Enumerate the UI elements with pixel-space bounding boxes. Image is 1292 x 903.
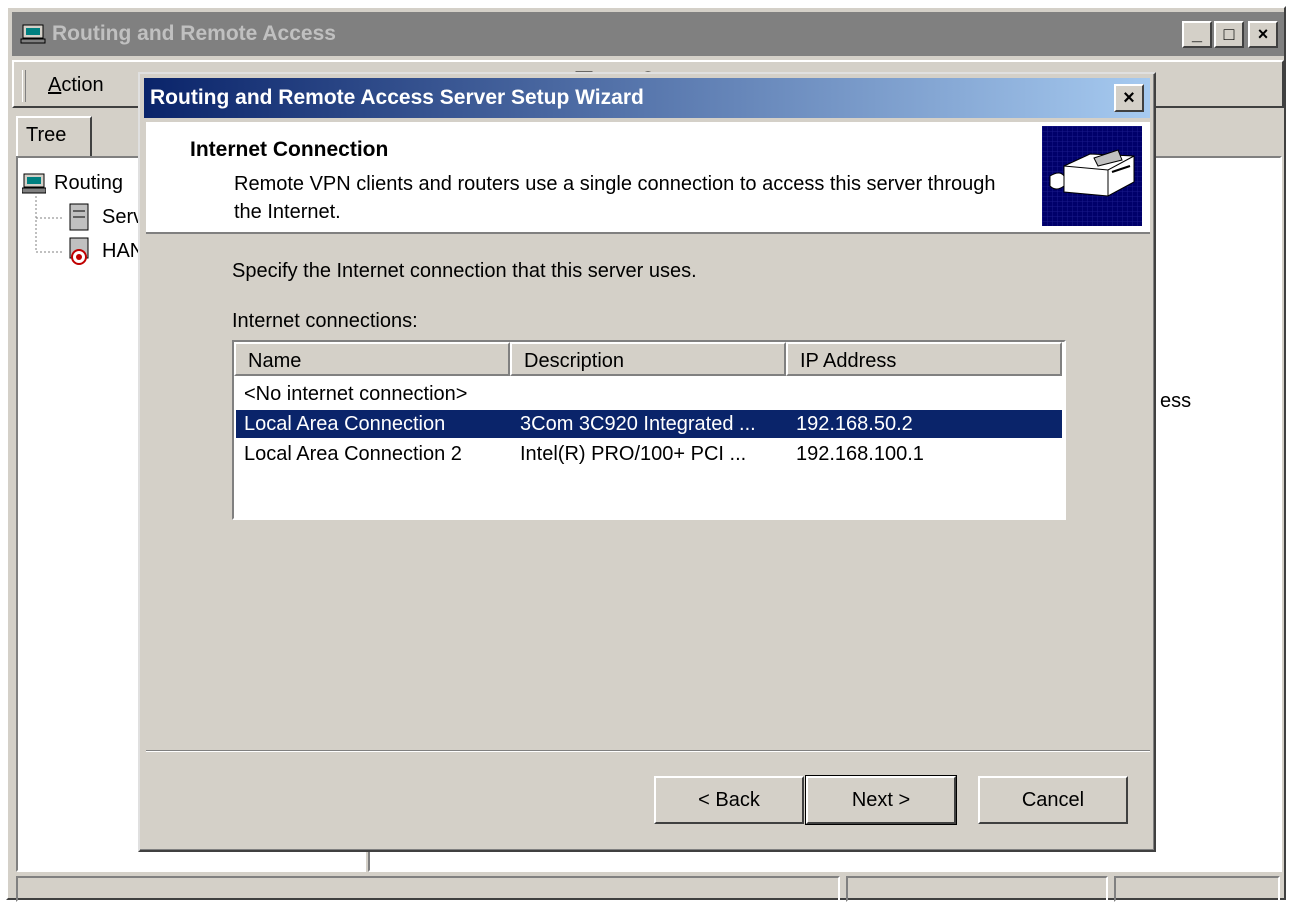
status-cell — [16, 876, 840, 902]
tab-tree[interactable]: Tree — [16, 116, 92, 158]
wizard-header: Internet Connection Remote VPN clients a… — [146, 122, 1150, 234]
toolbar-grip[interactable] — [22, 70, 26, 102]
cell-description: 3Com 3C920 Integrated ... — [520, 412, 756, 435]
status-bar — [12, 874, 1284, 902]
next-button[interactable]: Next > — [805, 775, 957, 825]
internet-connections-list[interactable]: Name Description IP Address <No internet… — [232, 340, 1066, 520]
wizard-close-button[interactable]: × — [1114, 84, 1144, 112]
minimize-icon: _ — [1191, 24, 1202, 44]
cell-ip: 192.168.50.2 — [796, 412, 913, 435]
button-separator — [146, 750, 1150, 752]
list-item-local-area-connection-2[interactable]: Local Area Connection 2 Intel(R) PRO/100… — [236, 440, 1062, 468]
cell-name: Local Area Connection — [244, 412, 446, 435]
network-connection-icon — [1042, 126, 1142, 226]
status-cell — [846, 876, 1108, 902]
back-button[interactable]: < Back — [654, 776, 804, 824]
tree-item-server-status[interactable]: Serv — [64, 202, 143, 232]
maximize-icon: □ — [1223, 24, 1235, 44]
wizard-title: Routing and Remote Access Server Setup W… — [150, 86, 644, 109]
main-titlebar[interactable]: Routing and Remote Access _ □ × — [12, 12, 1284, 56]
server-icon — [69, 203, 89, 231]
connections-list-label: Internet connections: — [232, 310, 418, 332]
wizard-instruction: Specify the Internet connection that thi… — [232, 260, 697, 282]
cell-description: Intel(R) PRO/100+ PCI ... — [520, 442, 747, 465]
status-cell — [1114, 876, 1280, 902]
cell-name: Local Area Connection 2 — [244, 442, 462, 465]
column-header-description[interactable]: Description — [510, 342, 786, 376]
server-stopped-icon — [69, 237, 89, 265]
list-item-local-area-connection[interactable]: Local Area Connection 3Com 3C920 Integra… — [236, 410, 1062, 438]
tree-item-label: Routing — [54, 172, 123, 194]
details-text-fragment: ess — [1160, 390, 1192, 412]
routing-icon — [22, 173, 46, 193]
list-item-no-connection[interactable]: <No internet connection> — [236, 380, 1062, 408]
main-window-title: Routing and Remote Access — [52, 22, 336, 45]
cancel-button[interactable]: Cancel — [978, 776, 1128, 824]
close-button[interactable]: × — [1248, 21, 1278, 48]
close-icon: × — [1123, 86, 1135, 109]
cell-name: <No internet connection> — [244, 382, 468, 405]
wizard-page-description: Remote VPN clients and routers use a sin… — [234, 173, 996, 223]
tree-item-han[interactable]: HAN — [64, 236, 144, 266]
maximize-button[interactable]: □ — [1214, 21, 1244, 48]
list-header: Name Description IP Address — [234, 342, 1064, 376]
minimize-button[interactable]: _ — [1182, 21, 1212, 48]
tree-item-label: Serv — [102, 205, 144, 228]
column-header-name[interactable]: Name — [234, 342, 510, 376]
routing-app-icon — [20, 24, 46, 44]
wizard-titlebar[interactable]: Routing and Remote Access Server Setup W… — [144, 78, 1150, 118]
tree-item-routing[interactable]: Routing — [22, 172, 123, 195]
close-icon: × — [1257, 24, 1269, 44]
cell-ip: 192.168.100.1 — [796, 442, 924, 465]
menu-action[interactable]: Action — [48, 74, 104, 97]
wizard-page-title: Internet Connection — [190, 138, 389, 161]
column-header-ip-address[interactable]: IP Address — [786, 342, 1062, 376]
setup-wizard-dialog: Routing and Remote Access Server Setup W… — [138, 72, 1156, 852]
